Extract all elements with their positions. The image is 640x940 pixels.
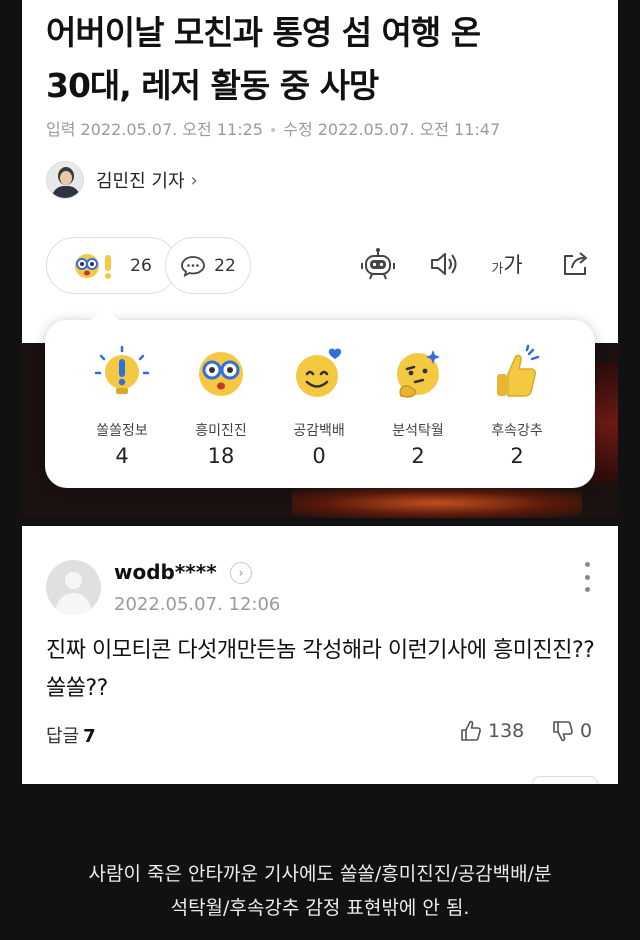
reaction-count-value: 0: [312, 444, 326, 468]
like-count: 138: [488, 720, 525, 742]
commenter-username[interactable]: wodb****: [114, 560, 217, 584]
dislike-count: 0: [580, 720, 593, 742]
reaction-count-value: 2: [411, 444, 425, 468]
meta-separator: •: [268, 123, 278, 139]
author-link[interactable]: 김민진 기자 ›: [46, 161, 198, 199]
comment-bubble-icon: [181, 255, 206, 277]
reaction-label: 공감백배: [293, 423, 345, 439]
heart-smile-icon: [296, 348, 342, 397]
share-icon: [564, 252, 587, 275]
thumbs-up-outline-icon: [461, 720, 481, 741]
next-element-peek: [532, 776, 598, 784]
reaction-count-value: 18: [207, 444, 235, 468]
modified-time: 수정 2022.05.07. 오전 11:47: [283, 120, 501, 139]
chevron-right-icon[interactable]: ›: [230, 562, 252, 584]
glasses-face-icon: [199, 352, 243, 396]
author-avatar: [46, 161, 84, 199]
reaction-label: 쏠쏠정보: [96, 423, 148, 439]
reaction-follow-up[interactable]: 후속강추 2: [467, 344, 567, 468]
article-headline: 어버이날 모친과 통영 섬 여행 온 30대, 레저 활동 중 사망: [46, 6, 606, 112]
speaker-button[interactable]: [424, 244, 464, 284]
reaction-popup: 쏠쏠정보 4 흥미진진 18 공감백배 0 분석탁월 2 후속강추 2: [45, 305, 595, 488]
caption-line-2: 석탁월/후속강추 감정 표현밖에 안 됨.: [170, 897, 470, 919]
more-options-icon[interactable]: [578, 562, 596, 592]
replies-button[interactable]: 답글 7: [46, 722, 96, 748]
like-button[interactable]: 138: [460, 720, 524, 742]
share-button[interactable]: [557, 244, 595, 284]
article-meta: 입력 2022.05.07. 오전 11:25 • 수정 2022.05.07. 오…: [46, 116, 500, 140]
reaction-label: 분석탁월: [392, 423, 444, 439]
comment-button[interactable]: 22: [165, 237, 251, 294]
thumbs-up-icon: [497, 344, 540, 397]
thumbs-down-outline-icon: [553, 721, 573, 742]
chevron-right-icon: ›: [190, 169, 198, 191]
reaction-count: 26: [130, 255, 152, 276]
font-size-large-label: 가: [503, 253, 523, 277]
reaction-label: 후속강추: [491, 423, 543, 439]
font-size-small-label: 가: [491, 261, 504, 277]
lightbulb-icon: [94, 345, 150, 394]
comment-card: wodb**** › 2022.05.07. 12:06 진짜 이모티콘 다섯개…: [22, 526, 618, 784]
replies-label: 답글: [46, 726, 80, 747]
reaction-emoji-icon: [75, 253, 112, 279]
headline-line-2: 30대, 레저 활동 중 사망: [46, 66, 379, 105]
caption-line-1: 사람이 죽은 안타까운 기사에도 쏠쏠/흥미진진/공감백배/분: [88, 863, 552, 885]
reaction-useful-info[interactable]: 쏠쏠정보 4: [72, 344, 172, 468]
reaction-count-value: 4: [115, 444, 129, 468]
reaction-label: 흥미진진: [195, 423, 247, 439]
thinking-face-icon: [397, 350, 440, 398]
comment-date: 2022.05.07. 12:06: [114, 594, 281, 615]
author-name: 김민진 기자: [96, 171, 185, 192]
image-caption: 사람이 죽은 안타까운 기사에도 쏠쏠/흥미진진/공감백배/분 석탁월/후속강추…: [20, 857, 620, 925]
reaction-button[interactable]: 26: [46, 237, 178, 294]
speaker-icon: [431, 253, 457, 275]
reaction-exciting[interactable]: 흥미진진 18: [171, 344, 271, 468]
comment-count: 22: [214, 255, 236, 276]
dislike-button[interactable]: 0: [552, 720, 592, 742]
headline-line-1: 어버이날 모친과 통영 섬 여행 온: [46, 13, 481, 52]
reaction-empathy[interactable]: 공감백배 0: [269, 344, 369, 468]
article-card: 어버이날 모친과 통영 섬 여행 온 30대, 레저 활동 중 사망 입력 20…: [22, 0, 618, 343]
robot-summary-button[interactable]: [357, 244, 399, 284]
commenter-avatar[interactable]: [46, 560, 101, 615]
published-time: 입력 2022.05.07. 오전 11:25: [46, 120, 263, 139]
font-size-button[interactable]: 가가: [487, 244, 527, 284]
comment-body: 진짜 이모티콘 다섯개만든놈 각성해라 이런기사에 흥미진진?? 쏠쏠??: [46, 638, 595, 701]
replies-count: 7: [83, 726, 96, 747]
robot-icon: [361, 248, 395, 280]
photo-glow: [292, 488, 582, 518]
reaction-count-value: 2: [510, 444, 524, 468]
reaction-analysis[interactable]: 분석탁월 2: [368, 344, 468, 468]
